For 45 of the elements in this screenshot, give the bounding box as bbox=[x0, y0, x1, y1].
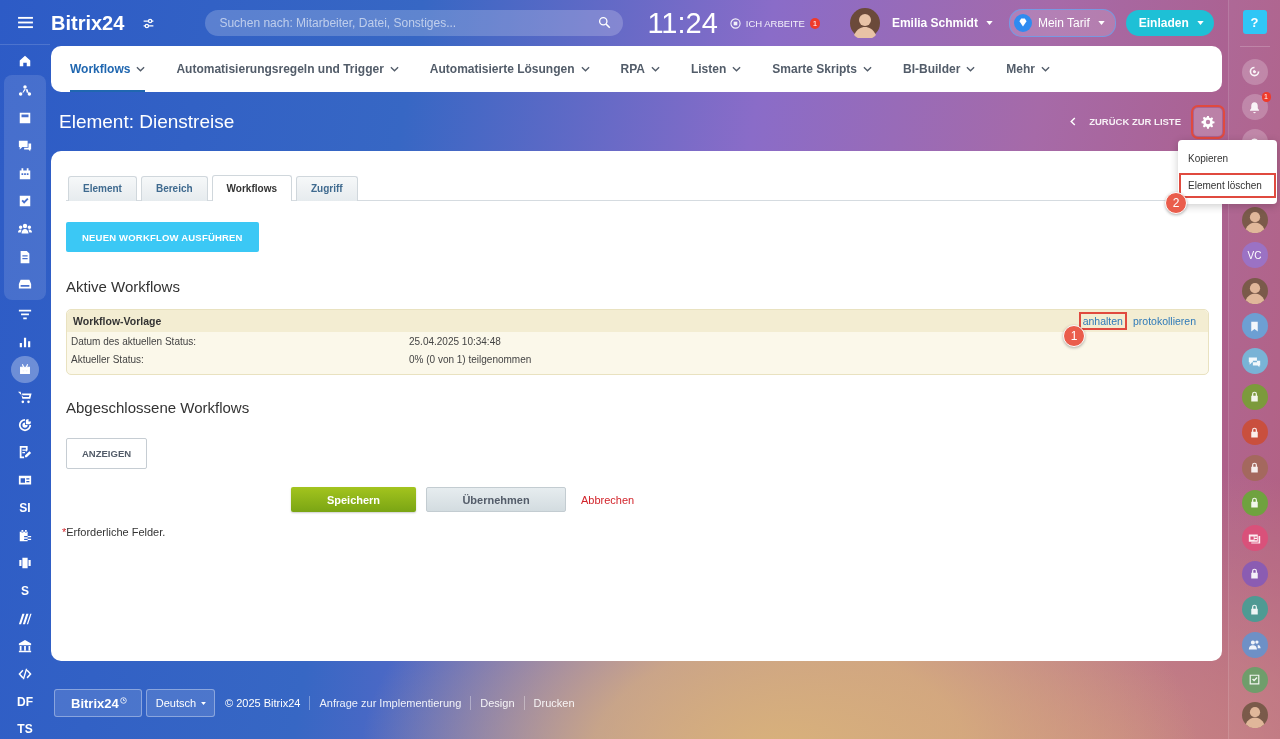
counter-badge: 1 bbox=[809, 17, 820, 29]
nav-tab[interactable]: Listen bbox=[690, 46, 742, 92]
sidebar-item[interactable]: TS bbox=[9, 715, 41, 739]
show-button[interactable]: ANZEIGEN bbox=[66, 438, 148, 469]
back-link[interactable]: ZURÜCK ZUR LISTE bbox=[1070, 116, 1181, 127]
cancel-link[interactable]: Abbrechen bbox=[581, 493, 635, 506]
tariff-button[interactable]: Mein Tarif bbox=[1008, 9, 1116, 37]
sidebar-item[interactable]: SI bbox=[9, 494, 41, 522]
menu-item[interactable]: Kopieren bbox=[1178, 145, 1277, 172]
user-name[interactable]: Emilia Schmidt bbox=[891, 16, 978, 30]
work-status-button[interactable]: ICH ARBEITE bbox=[729, 17, 805, 29]
workflow-link[interactable]: protokollieren bbox=[1130, 314, 1198, 328]
tab[interactable]: Bereich bbox=[140, 176, 208, 201]
nav-tab[interactable]: Mehr bbox=[1006, 46, 1050, 92]
nav-tab[interactable]: Smarte Skripts bbox=[772, 46, 872, 92]
step-marker: 1 bbox=[1063, 325, 1085, 347]
nav-tab[interactable]: Workflows bbox=[70, 46, 146, 92]
logo[interactable]: Bitrix24 bbox=[51, 11, 125, 35]
workflow-link[interactable]: anhalten bbox=[1080, 314, 1125, 328]
sidebar-item[interactable]: S bbox=[9, 577, 41, 605]
field-value: 0% (0 von 1) teilgenommen bbox=[409, 353, 532, 365]
clock: 11:24 bbox=[647, 6, 718, 40]
section-heading: Aktive Workflows bbox=[66, 278, 180, 295]
copyright: © 2025 Bitrix24 bbox=[225, 697, 301, 709]
page-title: Element: Dienstreise bbox=[59, 110, 236, 133]
nav-tab[interactable]: RPA bbox=[620, 46, 660, 92]
field-label: Aktueller Status: bbox=[71, 353, 145, 365]
sidebar-item[interactable]: DF bbox=[9, 687, 41, 716]
nav-tab[interactable]: BI-Builder bbox=[903, 46, 976, 92]
footer-link[interactable]: Anfrage zur Implementierung bbox=[319, 697, 462, 709]
field-label: Datum des aktuellen Status: bbox=[71, 335, 198, 347]
tab[interactable]: Zugriff bbox=[296, 176, 358, 201]
field-value: 25.04.2025 10:34:48 bbox=[409, 335, 501, 347]
nav-tab[interactable]: Automatisierungsregeln und Trigger bbox=[176, 46, 399, 92]
logo-button[interactable]: Bitrix24 bbox=[54, 689, 142, 717]
required-note: *Erforderliche Felder. bbox=[62, 526, 166, 538]
apply-button[interactable]: Übernehmen bbox=[426, 487, 566, 512]
workflow-title: Workflow-Vorlage bbox=[73, 315, 163, 327]
section-heading: Abgeschlossene Workflows bbox=[66, 399, 250, 416]
footer-link[interactable]: Design bbox=[480, 697, 515, 709]
initials-avatar[interactable]: VC bbox=[1241, 242, 1268, 269]
tab[interactable]: Element bbox=[68, 176, 137, 201]
language-select[interactable]: Deutsch bbox=[145, 689, 216, 717]
nav-tab[interactable]: Automatisierte Lösungen bbox=[429, 46, 590, 92]
tab[interactable]: Workflows bbox=[211, 175, 292, 201]
